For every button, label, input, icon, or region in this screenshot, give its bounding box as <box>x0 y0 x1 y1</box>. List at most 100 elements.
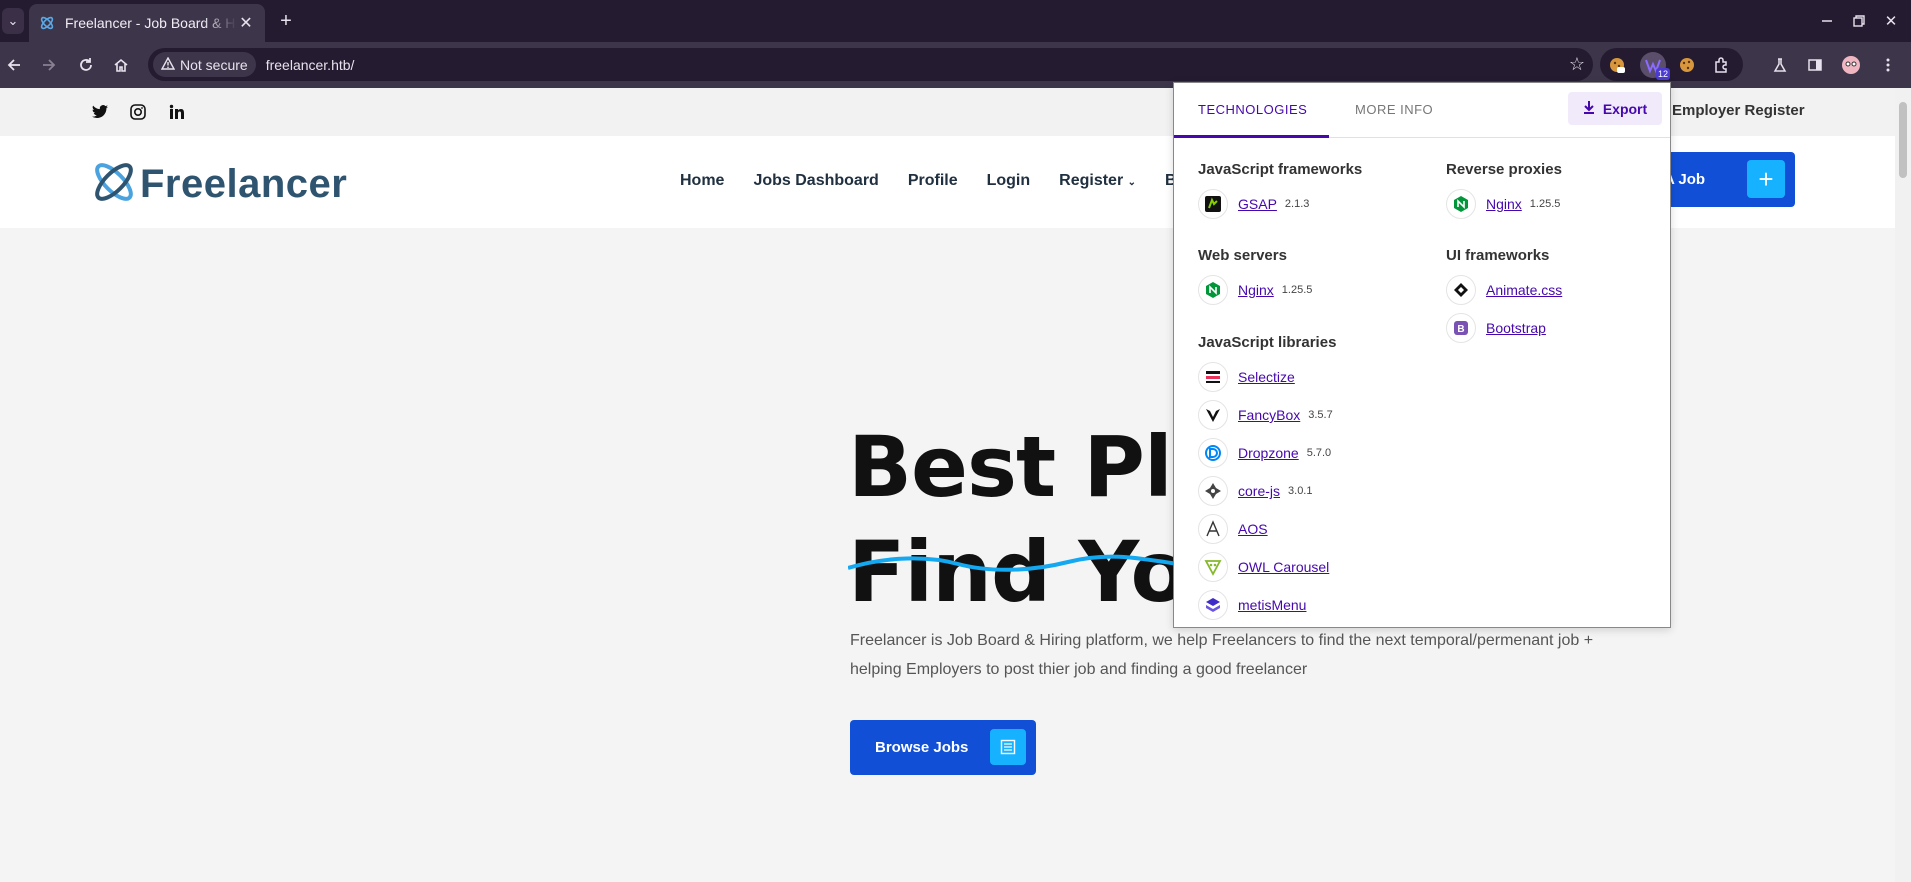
tech-item-dropzone[interactable]: Dropzone 5.7.0 <box>1198 438 1331 468</box>
twitter-icon[interactable] <box>90 102 110 122</box>
tech-item-owl-carousel[interactable]: OWL Carousel <box>1198 552 1329 582</box>
cookie-extension-icon[interactable] <box>1674 52 1700 78</box>
category-reverse-proxies: Reverse proxies <box>1446 161 1562 178</box>
wave-underline-decoration <box>847 554 1179 579</box>
security-chip[interactable]: Not secure <box>153 52 256 77</box>
tech-name[interactable]: Bootstrap <box>1486 320 1546 336</box>
tech-name[interactable]: Dropzone <box>1238 445 1299 461</box>
category-web-servers: Web servers <box>1198 247 1287 264</box>
tech-name[interactable]: GSAP <box>1238 196 1277 212</box>
browser-tab-bar: ⌄ Freelancer - Job Board & Hiring platfo… <box>0 0 1911 42</box>
tech-item-gsap[interactable]: GSAP 2.1.3 <box>1198 189 1309 219</box>
tech-name[interactable]: Selectize <box>1238 369 1295 385</box>
browser-menu-icon[interactable] <box>1876 53 1900 77</box>
close-window-icon[interactable]: ✕ <box>1880 10 1902 32</box>
nginx-icon <box>1446 189 1476 219</box>
metismenu-icon <box>1198 590 1228 620</box>
nginx-icon <box>1198 275 1228 305</box>
page-scrollbar[interactable] <box>1895 88 1911 882</box>
employer-register-link[interactable]: Employer Register <box>1672 102 1805 119</box>
dropzone-icon <box>1198 438 1228 468</box>
url-text[interactable]: freelancer.htb/ <box>266 57 355 73</box>
nav-home[interactable]: Home <box>680 172 724 190</box>
selectize-icon <box>1198 362 1228 392</box>
new-tab-icon[interactable]: + <box>274 9 298 33</box>
tab-technologies[interactable]: TECHNOLOGIES <box>1198 102 1307 117</box>
reload-icon[interactable] <box>74 53 98 77</box>
forward-arrow-icon[interactable] <box>37 53 61 77</box>
tab-search-dropdown[interactable]: ⌄ <box>2 8 24 34</box>
minimize-icon[interactable] <box>1816 10 1838 32</box>
nav-jobs-dashboard[interactable]: Jobs Dashboard <box>753 172 878 190</box>
nav-register[interactable]: Register <box>1059 172 1123 189</box>
security-label: Not secure <box>180 56 248 73</box>
tech-item-nginx-proxy[interactable]: Nginx 1.25.5 <box>1446 189 1560 219</box>
restore-icon[interactable] <box>1848 10 1870 32</box>
active-tab-indicator <box>1174 135 1329 138</box>
bookmark-star-icon[interactable]: ☆ <box>1569 54 1585 75</box>
tech-name[interactable]: metisMenu <box>1238 597 1306 613</box>
scrollbar-thumb[interactable] <box>1899 102 1907 178</box>
category-javascript-frameworks: JavaScript frameworks <box>1198 161 1363 178</box>
tech-item-animate-css[interactable]: Animate.css <box>1446 275 1562 305</box>
tech-name[interactable]: FancyBox <box>1238 407 1300 423</box>
tech-item-aos[interactable]: AOS <box>1198 514 1268 544</box>
extensions-group: 12 <box>1600 48 1743 81</box>
aos-icon <box>1198 514 1228 544</box>
download-icon <box>1583 100 1595 117</box>
plus-icon: + <box>1747 160 1785 198</box>
browse-jobs-label: Browse Jobs <box>875 739 969 756</box>
chevron-down-icon: ⌄ <box>1127 177 1137 188</box>
tech-version: 1.25.5 <box>1529 198 1561 210</box>
tech-name[interactable]: Animate.css <box>1486 282 1562 298</box>
wappalyzer-extension-icon[interactable]: 12 <box>1640 52 1670 80</box>
tech-name[interactable]: Nginx <box>1486 196 1522 212</box>
instagram-icon[interactable] <box>128 102 148 122</box>
warning-triangle-icon <box>160 56 176 73</box>
tab-more-info[interactable]: MORE INFO <box>1355 102 1433 117</box>
browser-tab[interactable]: Freelancer - Job Board & Hiring platform… <box>29 4 265 42</box>
site-logo[interactable]: Freelancer <box>90 158 347 211</box>
nav-register-group[interactable]: Register ⌄ <box>1059 172 1136 190</box>
owl-carousel-icon <box>1198 552 1228 582</box>
tech-version: 1.25.5 <box>1281 284 1313 296</box>
nav-profile[interactable]: Profile <box>908 172 958 190</box>
tech-name[interactable]: Nginx <box>1238 282 1274 298</box>
tech-version: 3.0.1 <box>1288 485 1313 497</box>
tech-item-core-js[interactable]: core-js 3.0.1 <box>1198 476 1312 506</box>
core-js-icon <box>1198 476 1228 506</box>
tab-title: Freelancer - Job Board & Hiring platform <box>65 15 237 31</box>
profile-avatar-icon[interactable] <box>1839 53 1863 77</box>
tech-item-fancybox[interactable]: FancyBox 3.5.7 <box>1198 400 1333 430</box>
nav-login[interactable]: Login <box>987 172 1031 190</box>
popup-tabs: TECHNOLOGIES MORE INFO Export <box>1174 83 1670 138</box>
freelancer-logo-icon <box>90 158 138 211</box>
tech-version: 5.7.0 <box>1306 447 1332 459</box>
labs-flask-icon[interactable] <box>1768 53 1792 77</box>
tech-item-selectize[interactable]: Selectize <box>1198 362 1295 392</box>
tech-item-bootstrap[interactable]: B Bootstrap <box>1446 313 1546 343</box>
browse-jobs-button[interactable]: Browse Jobs <box>850 720 1036 775</box>
hero-description: Freelancer is Job Board & Hiring platfor… <box>850 632 1594 678</box>
freelancer-favicon-icon <box>39 15 55 31</box>
tech-name[interactable]: core-js <box>1238 483 1280 499</box>
category-javascript-libraries: JavaScript libraries <box>1198 334 1337 351</box>
linkedin-icon[interactable] <box>167 102 187 122</box>
side-panel-icon[interactable] <box>1803 53 1827 77</box>
tech-version: 3.5.7 <box>1308 409 1333 421</box>
cookie-editor-extension-icon[interactable] <box>1604 52 1630 78</box>
address-bar[interactable]: Not secure freelancer.htb/ ☆ <box>148 48 1593 81</box>
extensions-puzzle-icon[interactable] <box>1709 52 1735 78</box>
close-tab-icon[interactable]: ✕ <box>237 14 255 32</box>
wappalyzer-popup: TECHNOLOGIES MORE INFO Export JavaScript… <box>1173 82 1671 628</box>
category-ui-frameworks: UI frameworks <box>1446 247 1550 264</box>
tech-item-metismenu[interactable]: metisMenu <box>1198 590 1306 620</box>
fancybox-icon <box>1198 400 1228 430</box>
export-button[interactable]: Export <box>1568 92 1662 125</box>
tech-item-nginx[interactable]: Nginx 1.25.5 <box>1198 275 1312 305</box>
main-nav: Home Jobs Dashboard Profile Login Regist… <box>680 172 1201 190</box>
back-arrow-icon[interactable] <box>2 53 26 77</box>
tech-name[interactable]: AOS <box>1238 521 1268 537</box>
tech-name[interactable]: OWL Carousel <box>1238 559 1329 575</box>
home-icon[interactable] <box>109 53 133 77</box>
